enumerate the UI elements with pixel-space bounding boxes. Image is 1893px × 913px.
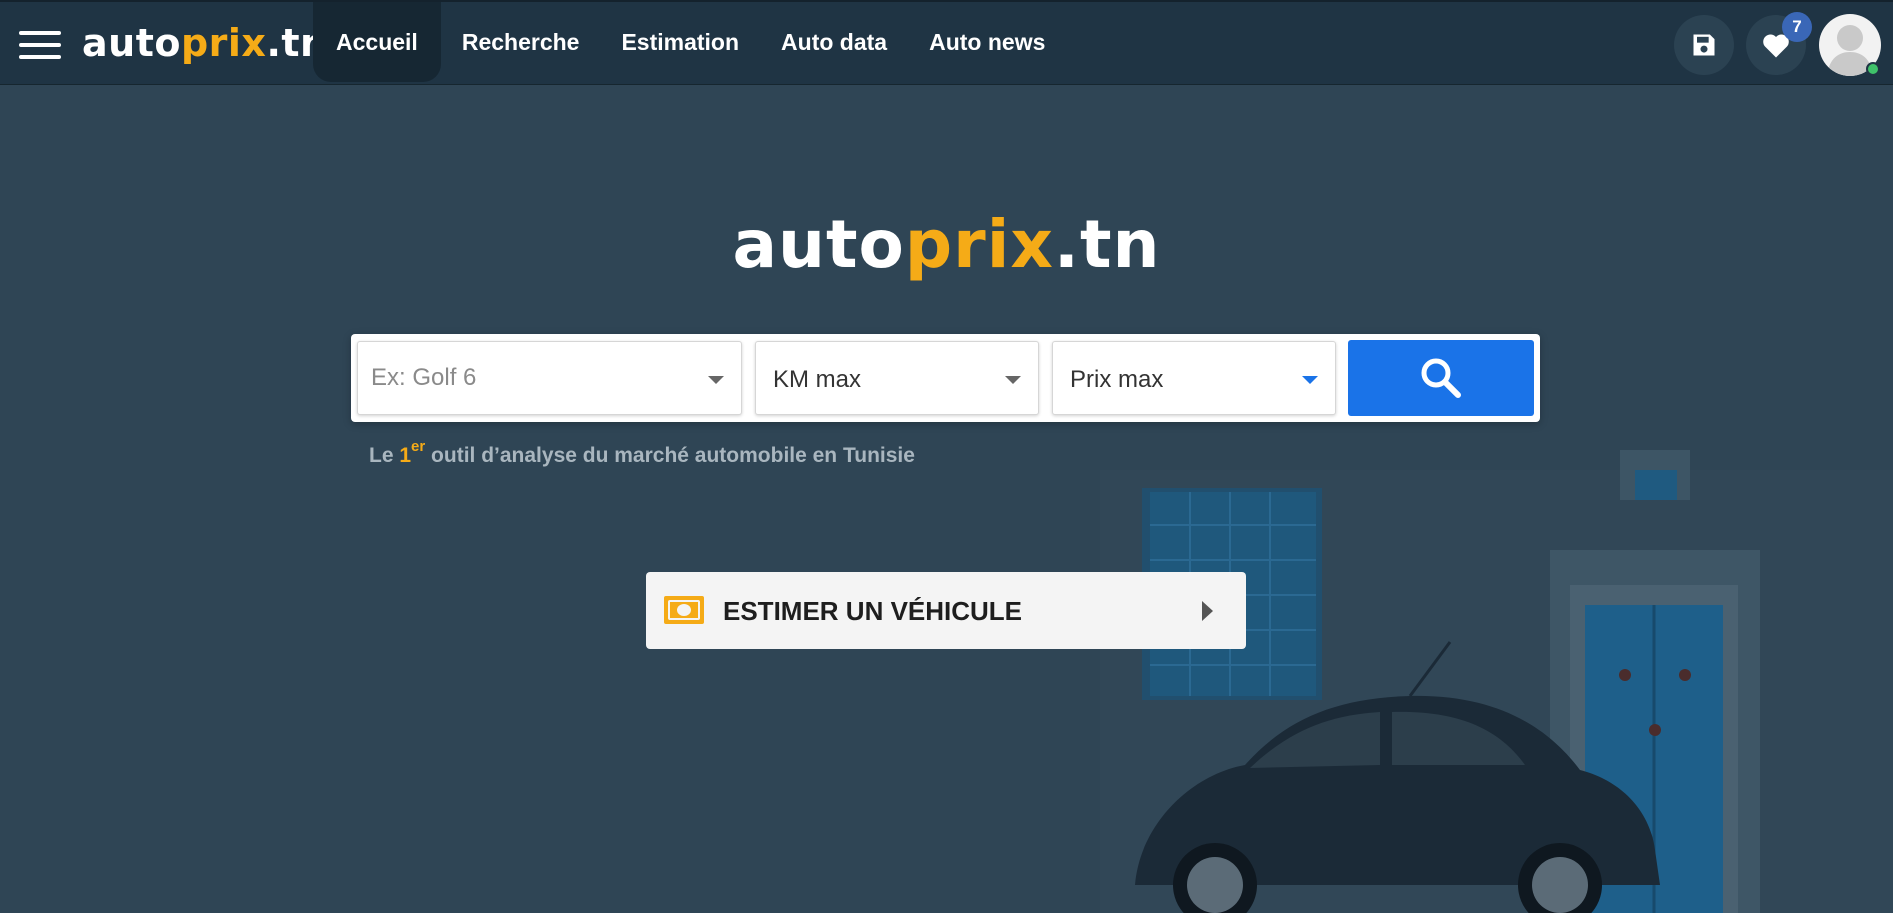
nav-item-accueil[interactable]: Accueil <box>313 2 441 82</box>
chevron-down-icon <box>1005 376 1021 384</box>
price-max-select[interactable]: Prix max <box>1052 341 1336 415</box>
favorites-count-badge: 7 <box>1782 12 1812 42</box>
price-max-label: Prix max <box>1070 366 1164 393</box>
estimate-vehicle-label: ESTIMER UN VÉHICULE <box>723 596 1023 626</box>
nav-item-recherche[interactable]: Recherche <box>441 2 601 82</box>
km-max-label: KM max <box>773 366 862 393</box>
background-car-scene <box>1080 430 1893 913</box>
floppy-disk-icon <box>1693 34 1715 56</box>
nav-item-auto-data[interactable]: Auto data <box>760 2 908 82</box>
km-max-select[interactable]: KM max <box>755 341 1039 415</box>
chevron-down-icon <box>708 376 724 384</box>
model-search-input[interactable] <box>358 342 741 414</box>
nav-item-auto-news[interactable]: Auto news <box>908 2 1066 82</box>
hero-logo: autoprix.tn <box>732 206 1161 283</box>
estimate-vehicle-button[interactable]: ESTIMER UN VÉHICULE <box>646 572 1246 649</box>
top-navigation-bar: autoprix.tn Accueil Recherche Estimation… <box>0 0 1893 85</box>
vehicle-search-bar: KM max Prix max <box>351 334 1540 422</box>
nav-item-estimation[interactable]: Estimation <box>600 2 760 82</box>
model-search-field[interactable] <box>357 341 742 415</box>
chevron-down-icon <box>1302 376 1318 384</box>
chevron-right-icon <box>1202 601 1213 621</box>
saved-searches-button[interactable] <box>1674 15 1734 75</box>
header-logo[interactable]: autoprix.tn <box>82 18 328 68</box>
banknote-icon <box>664 596 704 624</box>
main-nav: Accueil Recherche Estimation Auto data A… <box>313 2 1066 82</box>
hamburger-menu-icon[interactable] <box>19 31 61 59</box>
online-status-dot <box>1866 62 1880 76</box>
search-button[interactable] <box>1348 340 1534 416</box>
search-icon <box>1421 358 1461 398</box>
tagline: Le 1er outil d’analyse du marché automob… <box>369 438 915 467</box>
